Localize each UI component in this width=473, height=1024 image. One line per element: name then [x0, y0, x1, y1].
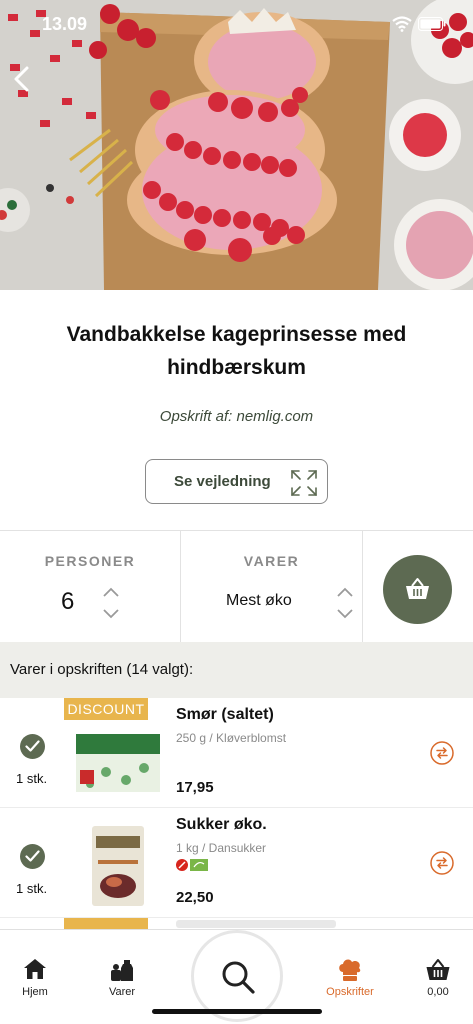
product-image-sugar[interactable] — [66, 820, 166, 908]
wifi-icon — [392, 16, 412, 37]
product-checkbox[interactable] — [20, 844, 45, 869]
chevron-down-icon — [337, 609, 353, 619]
basket-control — [363, 531, 473, 642]
back-icon — [14, 66, 29, 92]
ingredients-section-title: Varer i opskriften (14 valgt): — [10, 661, 194, 678]
product-subtitle: 250 g / Kløverblomst — [176, 731, 287, 745]
persons-value: 6 — [61, 588, 75, 615]
basket-icon — [406, 578, 429, 599]
items-stepper[interactable] — [335, 586, 355, 620]
product-subtitle: 1 kg / Dansukker — [176, 841, 267, 855]
guide-button[interactable]: Se vejledning — [145, 459, 328, 504]
tab-recipes[interactable]: Opskrifter — [315, 930, 385, 1000]
product-quantity: 1 stk. — [16, 771, 48, 786]
guide-button-label: Se vejledning — [174, 473, 271, 490]
product-quantity: 1 stk. — [16, 881, 48, 896]
expand-icon — [290, 469, 318, 502]
swap-product-button[interactable] — [430, 741, 454, 765]
items-control: VARER Mest øko — [181, 531, 363, 642]
persons-control: PERSONER 6 — [0, 531, 181, 642]
product-checkbox[interactable] — [20, 734, 45, 759]
chevron-up-icon — [337, 587, 353, 597]
product-row[interactable]: 1 stk. Sukker øko. 1 kg / Dansukker 22,5… — [0, 808, 473, 918]
groceries-icon — [109, 958, 135, 987]
tab-home-label: Hjem — [22, 986, 48, 998]
ingredients-section-header: Varer i opskriften (14 valgt): — [0, 642, 473, 698]
basket-icon — [426, 958, 451, 987]
chef-hat-icon — [337, 958, 363, 987]
product-row[interactable]: 1 stk. DISCOUNT Smør (saltet) 250 g / Kl… — [0, 698, 473, 808]
product-price: 17,95 — [176, 779, 214, 796]
check-icon — [25, 740, 40, 752]
tab-basket[interactable]: 0,00 — [403, 930, 473, 1000]
items-value[interactable]: Mest øko — [226, 592, 292, 610]
recipe-title: Vandbakkelse kageprinsesse med hindbærsk… — [66, 323, 407, 379]
battery-icon — [418, 17, 446, 36]
check-icon — [25, 850, 40, 862]
swap-icon — [430, 741, 454, 765]
product-price: 22,50 — [176, 889, 214, 906]
product-image-butter[interactable] — [66, 710, 166, 798]
items-label: VARER — [243, 553, 300, 569]
tab-basket-total: 0,00 — [427, 986, 449, 998]
persons-stepper[interactable] — [101, 586, 121, 620]
home-indicator — [152, 1009, 322, 1014]
product-labels — [176, 858, 210, 877]
swap-product-button[interactable] — [430, 851, 454, 875]
tab-items[interactable]: Varer — [87, 930, 157, 1000]
chevron-up-icon — [103, 587, 119, 597]
add-to-basket-button[interactable] — [383, 555, 452, 624]
tab-recipes-label: Opskrifter — [326, 986, 374, 998]
back-button[interactable] — [8, 62, 36, 96]
search-icon — [222, 961, 255, 994]
tab-items-label: Varer — [108, 986, 136, 998]
product-name[interactable]: Smør (saltet) — [176, 706, 274, 724]
product-name[interactable]: Sukker øko. — [176, 816, 267, 834]
eu-organic-label-icon — [190, 859, 208, 871]
swap-icon — [430, 851, 454, 875]
discount-badge: DISCOUNT — [64, 698, 148, 720]
recipe-byline: Opskrift af: nemlig.com — [159, 408, 314, 425]
recipe-hero-image — [0, 0, 473, 290]
status-time: 13.09 — [42, 14, 88, 34]
chevron-down-icon — [103, 609, 119, 619]
status-bar: 13.09 — [0, 14, 473, 38]
product-name-partial — [176, 920, 336, 928]
tab-home[interactable]: Hjem — [0, 930, 70, 1000]
home-icon — [23, 958, 47, 985]
recipe-controls: PERSONER 6 VARER Mest øko — [0, 530, 473, 642]
persons-label: PERSONER — [44, 553, 136, 569]
